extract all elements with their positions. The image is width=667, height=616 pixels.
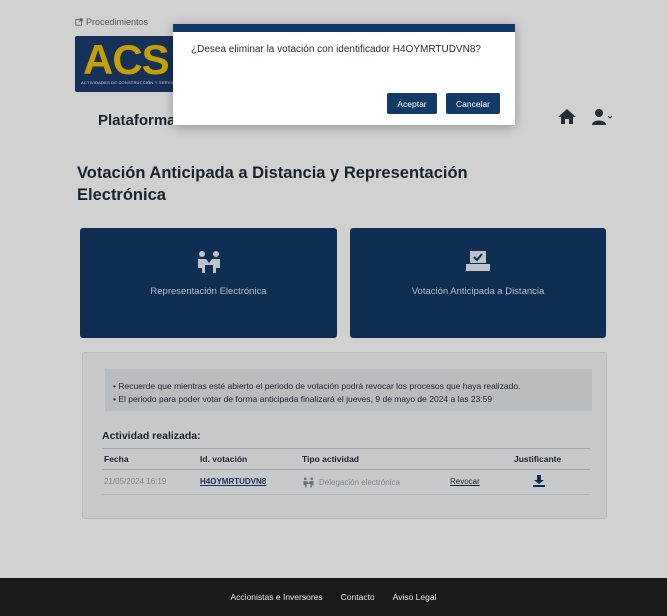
footer-link-contacto[interactable]: Contacto bbox=[341, 592, 375, 602]
dialog-message: ¿Desea eliminar la votación con identifi… bbox=[191, 44, 481, 55]
confirm-dialog: ¿Desea eliminar la votación con identifi… bbox=[173, 24, 515, 125]
footer-link-accionistas[interactable]: Accionistas e Inversores bbox=[231, 592, 323, 602]
footer-link-aviso-legal[interactable]: Aviso Legal bbox=[393, 592, 437, 602]
accept-button[interactable]: Aceptar bbox=[387, 93, 437, 114]
footer: Accionistas e Inversores Contacto Aviso … bbox=[0, 578, 667, 616]
dialog-header-bar bbox=[173, 24, 515, 32]
cancel-button[interactable]: Cancelar bbox=[446, 93, 500, 114]
